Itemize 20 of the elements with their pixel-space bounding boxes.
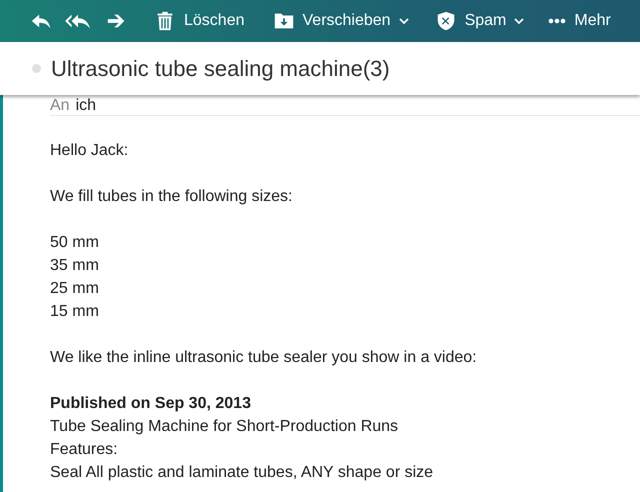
move-button[interactable]: Verschieben <box>266 5 415 37</box>
message-line: Tube Sealing Machine for Short-Production Runs <box>50 417 400 437</box>
message-line: Hello Jack: <box>50 141 130 161</box>
unread-dot-icon <box>32 64 41 73</box>
delete-button[interactable]: Löschen <box>148 5 250 37</box>
message-line: Seal All plastic and laminate tubes, ANY shape or size <box>50 463 434 483</box>
message-line: We like the inline ultrasonic tube sealer you show in a video: <box>50 348 478 368</box>
message-line: Published on Sep 30, 2013 <box>50 394 252 414</box>
message-line: Features: <box>50 440 119 460</box>
spam-button[interactable]: Spam <box>428 5 530 37</box>
more-button[interactable]: Mehr <box>542 5 617 37</box>
message-line: 35 mm <box>50 256 100 276</box>
message-line: 15 mm <box>50 302 100 322</box>
recipient-label: An <box>50 97 70 115</box>
message-line: 50 mm <box>50 233 100 253</box>
more-icon <box>548 18 566 24</box>
message-line: We fill tubes in the following sizes: <box>50 187 294 207</box>
message-line: 25 mm <box>50 279 100 299</box>
email-subject: Ultrasonic tube sealing machine(3) <box>51 56 390 82</box>
recipient-name: ich <box>76 97 96 115</box>
